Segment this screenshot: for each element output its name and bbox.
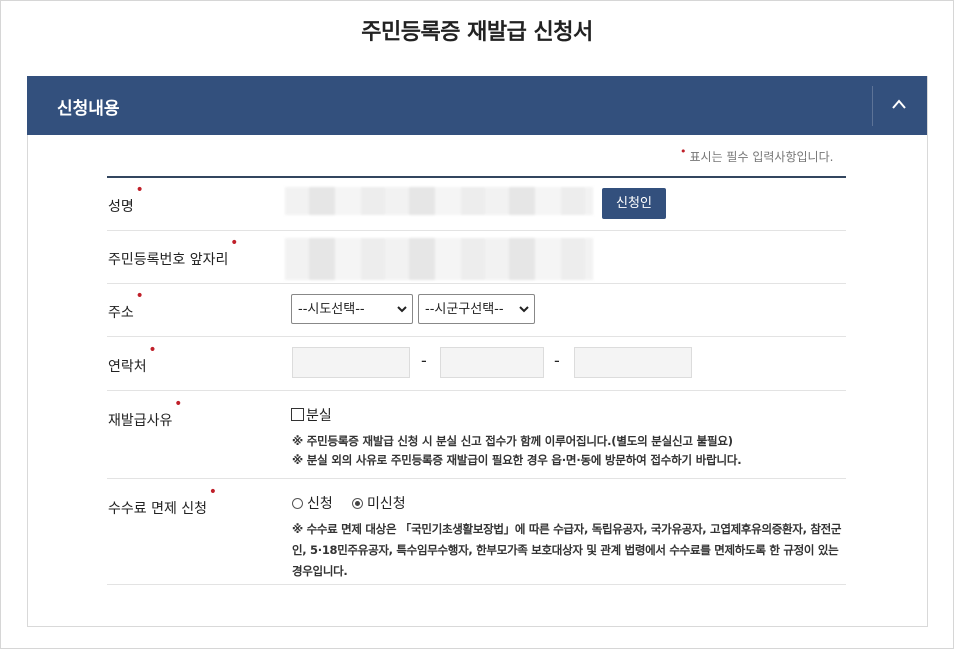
fee-exemption-note: ※ 수수료 면제 대상은 「국민기초생활보장법」에 따른 수급자, 독립유공자,…	[292, 522, 842, 578]
phone-part1-input[interactable]	[292, 347, 410, 378]
chevron-down-icon	[397, 306, 407, 313]
required-fields-note: • 표시는 필수 입력사항입니다.	[680, 145, 834, 165]
required-marker: •	[135, 182, 144, 198]
row-divider	[107, 336, 846, 337]
required-marker: •	[148, 342, 157, 358]
collapse-button[interactable]	[872, 86, 927, 126]
panel-header: 신청내용	[27, 76, 927, 135]
reissue-note-2: ※ 분실 외의 사유로 주민등록증 재발급이 필요한 경우 읍·면·동에 방문하…	[292, 453, 742, 467]
applicant-button[interactable]: 신청인	[602, 188, 666, 219]
row-divider	[107, 584, 846, 585]
name-label: 성명 •	[108, 182, 144, 216]
required-marker: •	[174, 396, 183, 412]
contact-label-text: 연락처	[108, 359, 147, 375]
chevron-down-icon	[519, 306, 529, 313]
fee-not-apply-label: 미신청	[367, 496, 406, 512]
lost-checkbox-option[interactable]: 분실	[291, 405, 332, 425]
resident-number-label-text: 주민등록번호 앞자리	[108, 252, 229, 268]
row-divider	[107, 390, 846, 391]
resident-number-redacted	[285, 238, 593, 280]
address-label: 주소 •	[108, 288, 144, 322]
panel-title: 신청내용	[57, 99, 120, 119]
reissue-note-1: ※ 주민등록증 재발급 신청 시 분실 신고 접수가 함께 이루어집니다.(별도…	[292, 434, 733, 448]
fee-apply-label: 신청	[307, 496, 333, 512]
lost-checkbox[interactable]	[291, 408, 304, 421]
phone-separator: -	[554, 351, 560, 370]
reissue-reason-label: 재발급사유 •	[108, 396, 182, 430]
fee-exemption-label-text: 수수료 면제 신청	[108, 501, 208, 517]
required-note-text: 표시는 필수 입력사항입니다.	[689, 150, 834, 164]
fee-apply-radio[interactable]	[292, 498, 303, 509]
fee-apply-option[interactable]: 신청	[292, 493, 333, 513]
fee-not-apply-option[interactable]: 미신청	[352, 493, 406, 513]
phone-separator: -	[421, 351, 427, 370]
resident-number-label: 주민등록번호 앞자리 •	[108, 235, 238, 269]
sido-select[interactable]: --시도선택--	[291, 294, 413, 324]
required-marker: •	[230, 235, 239, 251]
lost-checkbox-label: 분실	[306, 408, 332, 424]
sido-select-value: --시도선택--	[298, 302, 365, 317]
chevron-up-icon	[892, 99, 906, 109]
sigungu-select-value: --시군구선택--	[425, 302, 504, 317]
required-marker: •	[680, 145, 687, 158]
page-title: 주민등록증 재발급 신청서	[361, 20, 593, 45]
phone-part2-input[interactable]	[440, 347, 544, 378]
row-divider	[107, 478, 846, 479]
row-divider	[107, 230, 846, 231]
form-top-border	[107, 176, 846, 178]
phone-part3-input[interactable]	[574, 347, 692, 378]
required-marker: •	[208, 484, 218, 500]
row-divider	[107, 283, 846, 284]
fee-exemption-label: 수수료 면제 신청 •	[108, 484, 217, 518]
name-value-redacted	[285, 187, 593, 215]
sigungu-select[interactable]: --시군구선택--	[418, 294, 535, 324]
reissue-reason-label-text: 재발급사유	[108, 413, 173, 429]
contact-label: 연락처 •	[108, 342, 157, 376]
name-label-text: 성명	[108, 199, 134, 215]
required-marker: •	[135, 288, 144, 304]
fee-not-apply-radio[interactable]	[352, 498, 363, 509]
address-label-text: 주소	[108, 305, 134, 321]
